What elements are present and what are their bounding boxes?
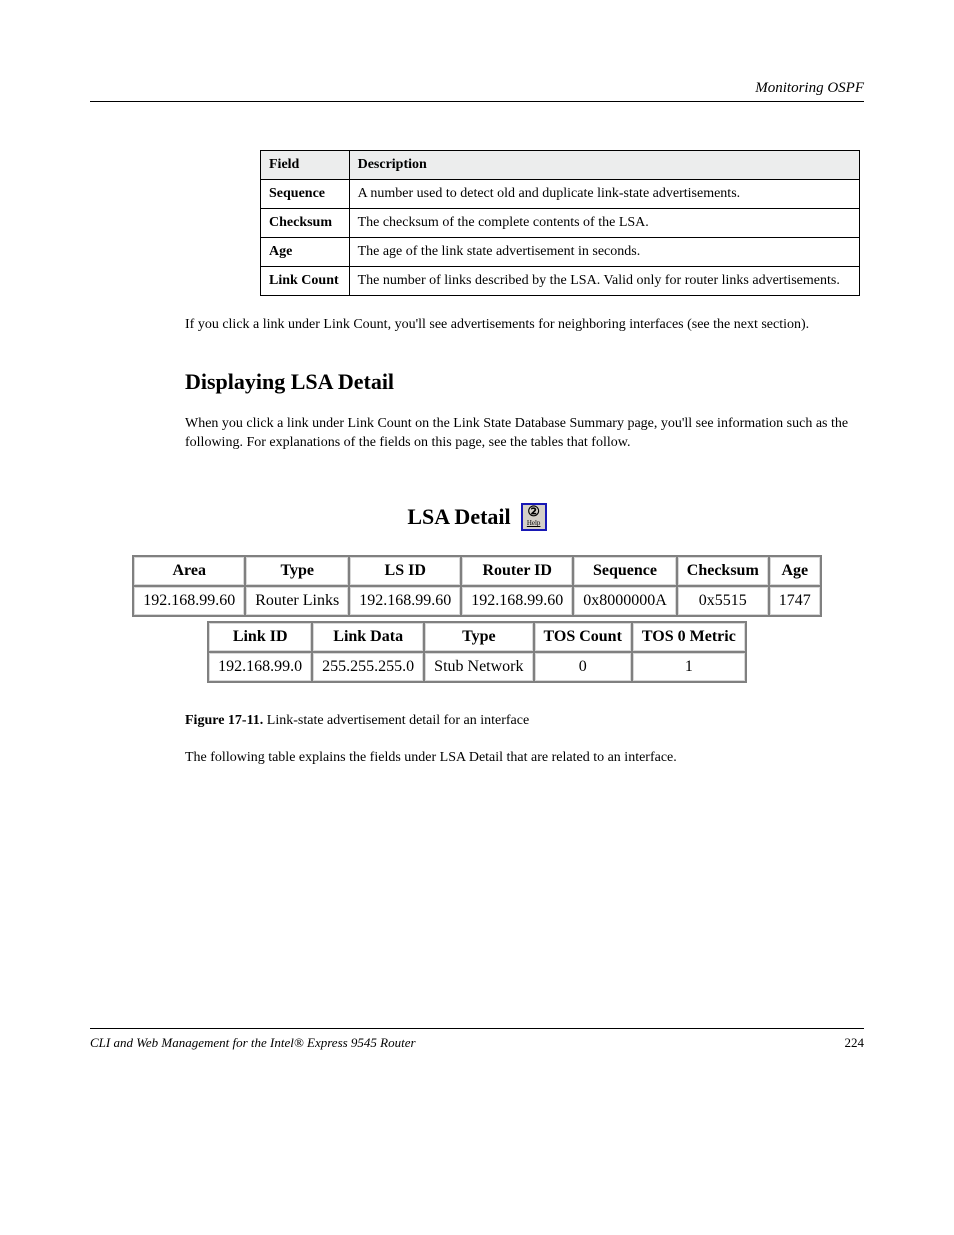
lsa1-h-checksum: Checksum [678,557,768,585]
lsa1-type: Router Links [246,587,348,615]
def-desc: A number used to detect old and duplicat… [349,180,859,209]
lsa2-toscount: 0 [535,653,631,681]
def-field: Sequence [261,180,350,209]
lsa2-linkdata: 255.255.255.0 [313,653,423,681]
col-description: Description [349,151,859,180]
lsa2-type: Stub Network [425,653,532,681]
col-field: Field [261,151,350,180]
lsa2-h-type: Type [425,623,532,651]
lsa2-tos0metric: 1 [633,653,745,681]
field-description-table: Field Description Sequence A number used… [260,150,860,296]
lsa-detail-title-row: LSA Detail ② Help [90,503,864,531]
lsa1-h-routerid: Router ID [462,557,572,585]
paragraph-after: The following table explains the fields … [185,749,864,768]
lsa1-h-age: Age [770,557,820,585]
figure-text: Link-state advertisement detail for an i… [267,713,529,728]
def-desc: The checksum of the complete contents of… [349,209,859,238]
def-field: Link Count [261,267,350,296]
page-header: Monitoring OSPF [90,80,864,102]
def-field: Checksum [261,209,350,238]
lsa-detail-title: LSA Detail [407,504,510,530]
footer-doc-title: CLI and Web Management for the Intel® Ex… [90,1035,416,1051]
header-breadcrumb: Monitoring OSPF [755,80,864,96]
lsa1-checksum: 0x5515 [678,587,768,615]
figure-caption: Figure 17-11. Link-state advertisement d… [185,713,864,729]
lsa2-h-toscount: TOS Count [535,623,631,651]
figure-label: Figure 17-11. [185,713,263,728]
lsa1-routerid: 192.168.99.60 [462,587,572,615]
lsa2-linkid: 192.168.99.0 [209,653,311,681]
lsa-summary-table: Area Type LS ID Router ID Sequence Check… [132,555,822,617]
lsa1-sequence: 0x8000000A [574,587,676,615]
lsa2-h-linkdata: Link Data [313,623,423,651]
help-icon[interactable]: ② Help [521,503,547,531]
lsa2-h-tos0metric: TOS 0 Metric [633,623,745,651]
lsa1-age: 1747 [770,587,820,615]
lsa2-h-linkid: Link ID [209,623,311,651]
def-field: Age [261,238,350,267]
lsa1-h-sequence: Sequence [574,557,676,585]
section-heading: Displaying LSA Detail [185,367,864,397]
lsa1-h-lsid: LS ID [350,557,460,585]
help-label: Help [527,520,541,527]
def-desc: The number of links described by the LSA… [349,267,859,296]
page-footer: CLI and Web Management for the Intel® Ex… [90,1028,864,1051]
footer-page-number: 224 [845,1035,865,1051]
lsa1-area: 192.168.99.60 [134,587,244,615]
lsa1-h-type: Type [246,557,348,585]
lsa1-lsid: 192.168.99.60 [350,587,460,615]
lsa1-h-area: Area [134,557,244,585]
section-intro: When you click a link under Link Count o… [185,415,864,453]
lsa-link-table: Link ID Link Data Type TOS Count TOS 0 M… [207,621,747,683]
def-desc: The age of the link state advertisement … [349,238,859,267]
paragraph: If you click a link under Link Count, yo… [185,316,864,335]
question-mark-icon: ② [527,506,540,520]
